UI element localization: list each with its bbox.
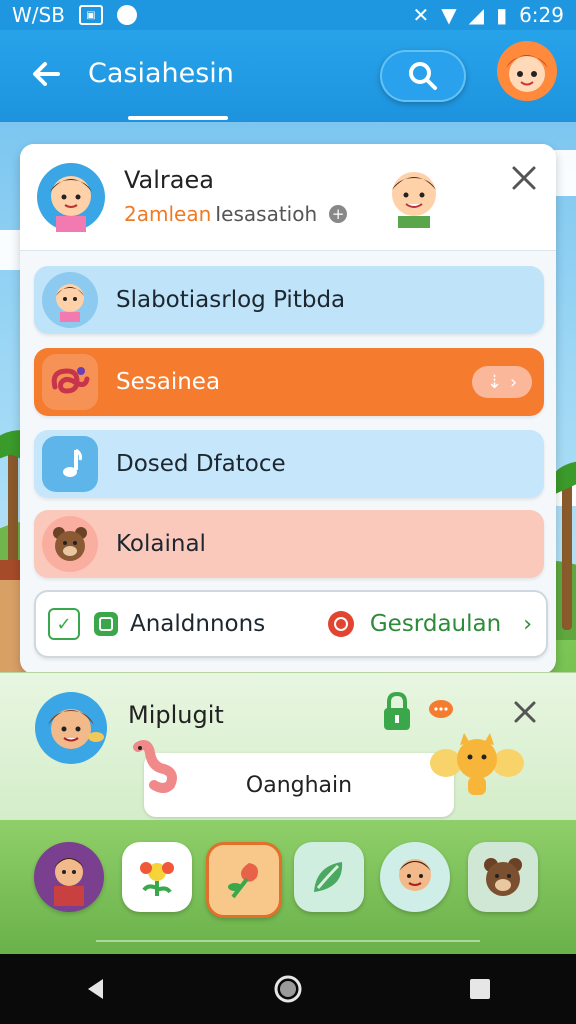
panel-title: Miplugit: [128, 701, 224, 729]
chevron-right-icon: ›: [509, 371, 518, 393]
add-icon[interactable]: +: [329, 205, 348, 223]
sticker-boy[interactable]: [380, 842, 450, 912]
status-bar: W/SB ▣ ✕ ▼ ◢ ▮ 6:29: [0, 0, 576, 30]
person-icon: [42, 272, 98, 328]
nav-back-button[interactable]: [66, 959, 126, 1019]
nav-home-button[interactable]: [258, 959, 318, 1019]
system-nav-bar: [0, 954, 576, 1024]
music-note-icon: [42, 436, 98, 492]
location-icon: [116, 5, 137, 25]
search-icon: [409, 62, 437, 90]
sticker-rose[interactable]: [206, 842, 282, 918]
pretzel-icon: [42, 354, 98, 410]
wifi-icon: ▼: [441, 3, 457, 27]
signal-icon: ◢: [468, 3, 485, 27]
user-avatar[interactable]: [36, 162, 106, 232]
download-icon: ⇣: [486, 371, 502, 393]
sticker-flower[interactable]: [122, 842, 192, 912]
search-button[interactable]: [380, 50, 466, 102]
menu-row-5[interactable]: ✓ Analdnnons Gesrdaulan ›: [34, 590, 548, 658]
carrier-label: W/SB: [12, 3, 65, 27]
battery-icon: ▮: [496, 3, 508, 27]
page-title: Casiahesin: [88, 58, 234, 89]
triangle-back-icon: [88, 979, 103, 999]
sticker-leaf[interactable]: [294, 842, 364, 912]
menu-row-1[interactable]: Slabotiasrlog Pitbda: [34, 266, 544, 334]
chat-panel: Miplugit Oanghain: [0, 672, 576, 821]
contact-card: Valraea 2amlean Iesasatioh + Slabotiasrl…: [20, 144, 556, 674]
contact-subtitle: 2amlean Iesasatioh +: [124, 202, 348, 226]
bear-icon: [42, 516, 98, 572]
checkbox-icon[interactable]: ✓: [48, 608, 80, 640]
card-header: Valraea 2amlean Iesasatioh +: [20, 144, 556, 251]
record-icon: [327, 611, 354, 637]
close-icon[interactable]: [510, 164, 538, 192]
chat-bubble-icon[interactable]: [428, 699, 454, 721]
friend-avatar[interactable]: [386, 164, 442, 228]
contact-name: Valraea: [124, 166, 214, 194]
subtitle-accent: 2amlean: [124, 202, 212, 226]
nav-recents-button[interactable]: [450, 959, 510, 1019]
row-label: Kolainal: [116, 531, 206, 557]
subtitle-text: Iesasatioh: [215, 202, 318, 226]
square-recents-icon: [470, 979, 490, 999]
row-action-pill[interactable]: ⇣ ›: [472, 366, 532, 398]
screenshot-icon: ▣: [78, 5, 103, 25]
close-icon[interactable]: [512, 699, 538, 725]
back-arrow-icon[interactable]: [26, 54, 66, 94]
app-bar: Casiahesin: [0, 30, 576, 122]
message-input[interactable]: Oanghain: [144, 753, 454, 817]
menu-row-3[interactable]: Dosed Dfatoce: [34, 430, 544, 498]
row-label: Dosed Dfatoce: [116, 451, 286, 477]
mute-icon: ✕: [412, 3, 430, 27]
row-label: Sesainea: [116, 369, 221, 395]
profile-avatar[interactable]: [496, 40, 558, 102]
title-underline: [128, 116, 228, 120]
row-action-label[interactable]: Gesrdaulan: [370, 611, 501, 637]
chevron-right-icon: ›: [523, 611, 532, 637]
sticker-bear[interactable]: [468, 842, 538, 912]
tray-divider: [96, 940, 480, 942]
panel-avatar[interactable]: [34, 691, 108, 765]
cat-sticker-icon: [430, 733, 524, 795]
row-label: Slabotiasrlog Pitbda: [116, 287, 346, 313]
menu-row-4[interactable]: Kolainal: [34, 510, 544, 578]
sticker-man[interactable]: [34, 842, 104, 912]
clock: 6:29: [519, 3, 564, 27]
worm-sticker-icon: [133, 740, 177, 793]
row-label: Analdnnons: [130, 611, 266, 637]
stop-icon: [94, 612, 118, 636]
home-circle-icon: [274, 975, 302, 1003]
lock-icon[interactable]: [382, 691, 412, 731]
menu-row-2[interactable]: Sesainea ⇣ ›: [34, 348, 544, 416]
sticker-tray: [0, 820, 576, 954]
